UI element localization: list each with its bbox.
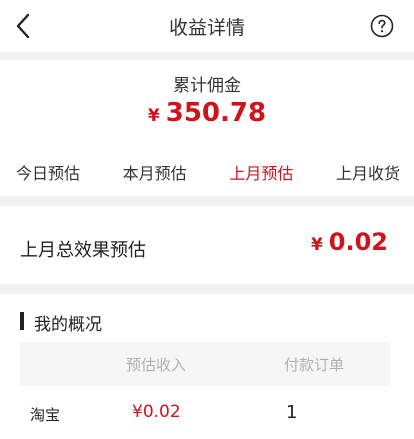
tab-last-month-received[interactable]: 上月收货 xyxy=(336,160,400,186)
question-circle-icon[interactable] xyxy=(370,14,394,38)
total-commission-amount: ¥350.78 xyxy=(0,98,414,128)
tab-last-month-estimate[interactable]: 上月预估 xyxy=(229,160,293,186)
page-title: 收益详情 xyxy=(168,17,245,39)
tab-this-month-estimate[interactable]: 本月预估 xyxy=(123,160,187,186)
section-title: 我的概况 xyxy=(34,315,102,335)
estimated-income-value: ¥0.02 xyxy=(132,402,181,422)
tab-today-estimate[interactable]: 今日预估 xyxy=(16,160,80,186)
currency-symbol: ¥ xyxy=(147,106,160,126)
total-commission-value: 350.78 xyxy=(165,98,267,128)
overview-section: 我的概况 预估收入 付款订单 淘宝 ¥0.02 1 xyxy=(0,294,414,439)
section-marker xyxy=(20,312,24,330)
table-header: 预估收入 付款订单 xyxy=(20,342,390,386)
total-estimate-value: 0.02 xyxy=(328,228,388,256)
currency-symbol: ¥ xyxy=(310,235,323,255)
top-bar: 收益详情 xyxy=(0,0,414,52)
column-header-income: 预估收入 xyxy=(126,356,187,374)
platform-name: 淘宝 xyxy=(30,406,61,424)
column-header-orders: 付款订单 xyxy=(284,356,345,374)
total-estimate-label: 上月总效果预估 xyxy=(20,240,146,261)
period-tabs: 今日预估 本月预估 上月预估 上月收货 xyxy=(0,160,414,186)
total-estimate-card: 上月总效果预估 ¥0.02 xyxy=(0,206,414,284)
commission-summary: 累计佣金 ¥350.78 今日预估 本月预估 上月预估 上月收货 xyxy=(0,60,414,196)
total-commission-label: 累计佣金 xyxy=(173,76,241,96)
paid-orders-value: 1 xyxy=(286,402,298,423)
table-row: 淘宝 ¥0.02 1 xyxy=(20,398,390,428)
total-estimate-amount: ¥0.02 xyxy=(311,228,388,256)
